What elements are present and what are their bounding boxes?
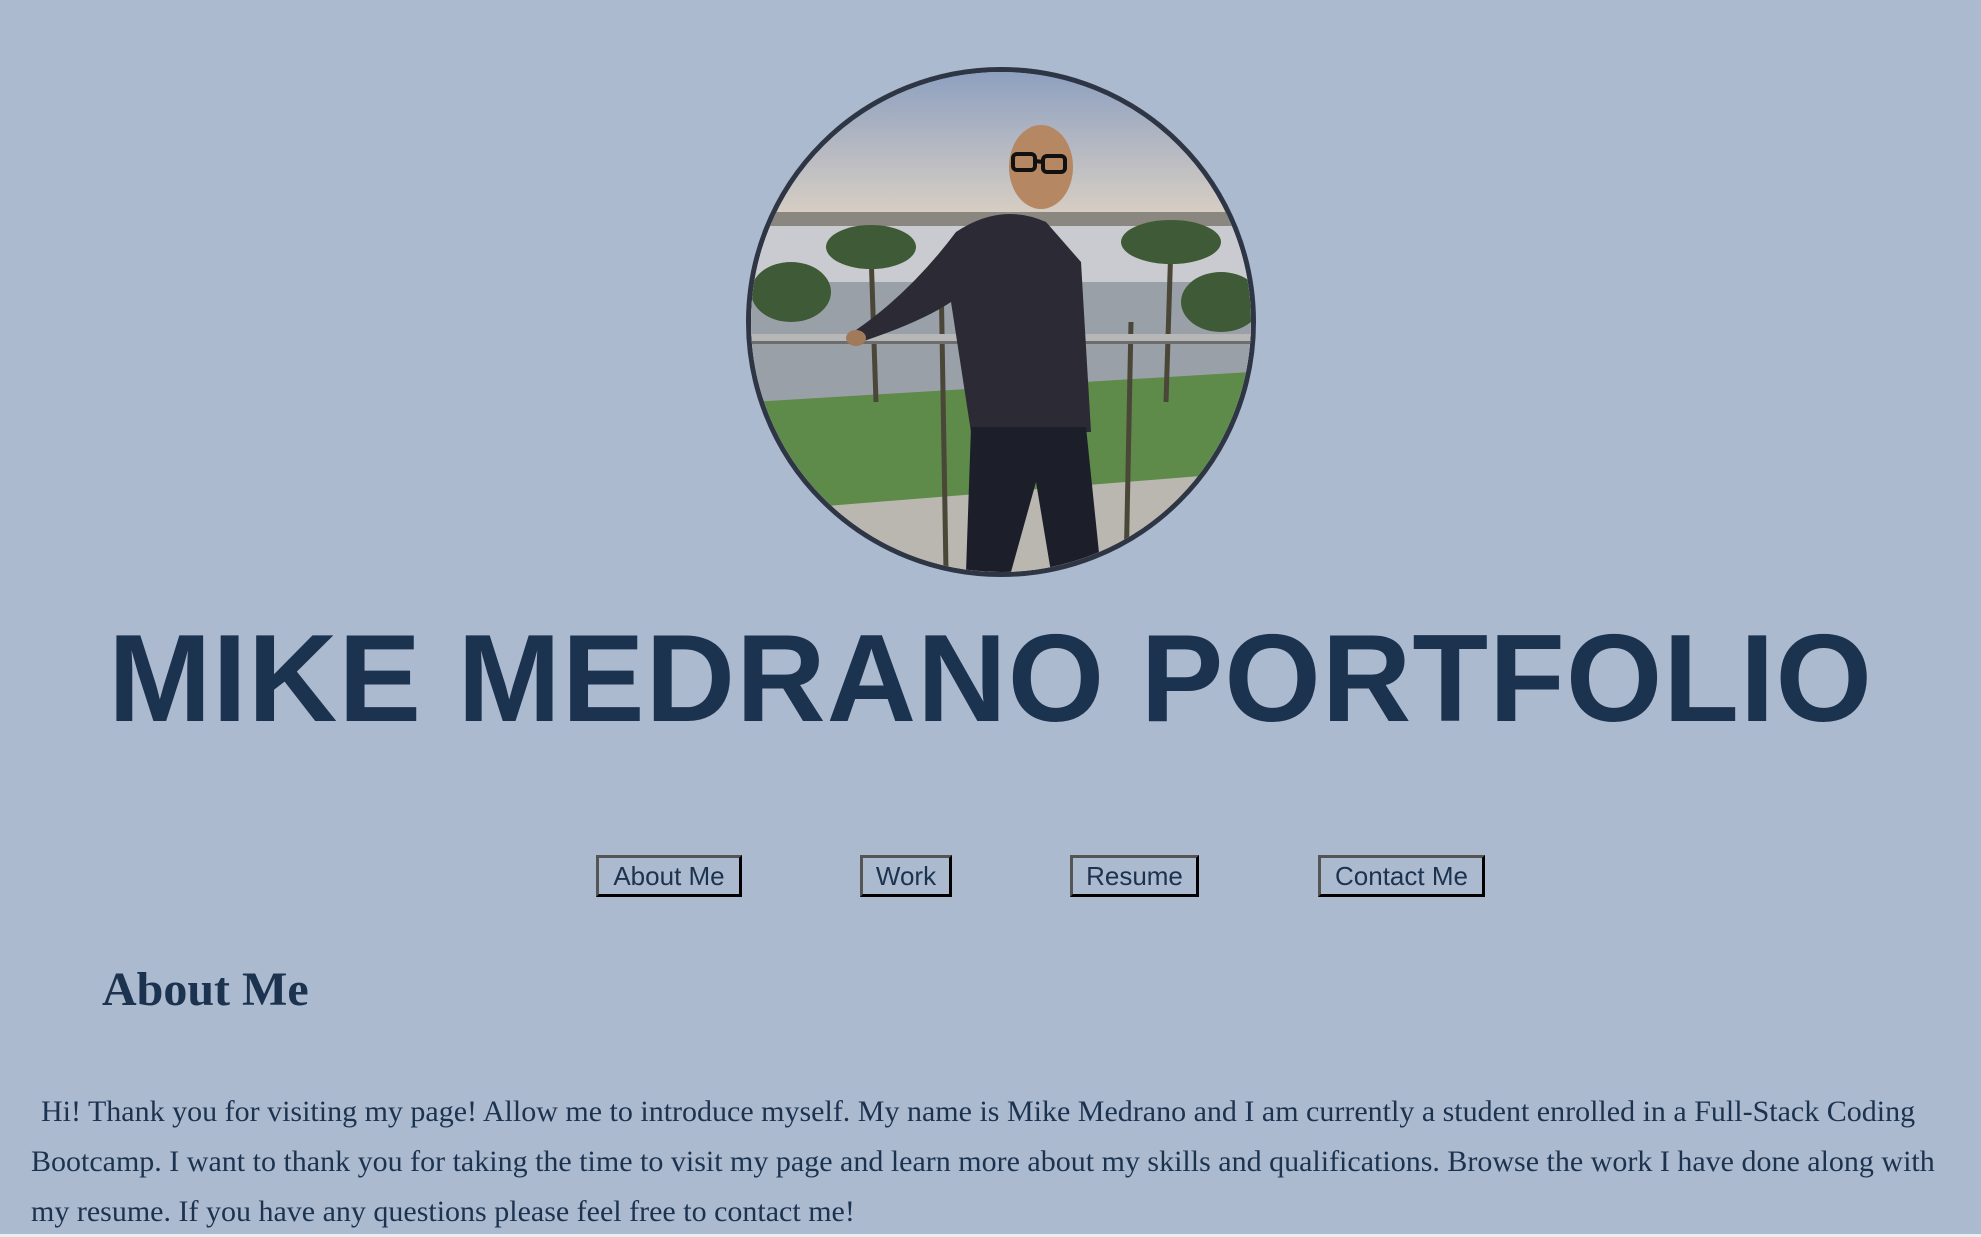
main-nav: About Me Work Resume Contact Me <box>0 855 1981 897</box>
profile-photo-image <box>751 72 1251 572</box>
work-button[interactable]: Work <box>860 855 952 897</box>
resume-button[interactable]: Resume <box>1070 855 1199 897</box>
about-me-button[interactable]: About Me <box>596 855 742 897</box>
contact-me-button[interactable]: Contact Me <box>1318 855 1485 897</box>
about-paragraph: Hi! Thank you for visiting my page! Allo… <box>31 1095 1935 1228</box>
profile-photo <box>746 67 1256 577</box>
page-title: MIKE MEDRANO PORTFOLIO <box>108 610 1873 748</box>
about-heading: About Me <box>102 963 309 1016</box>
